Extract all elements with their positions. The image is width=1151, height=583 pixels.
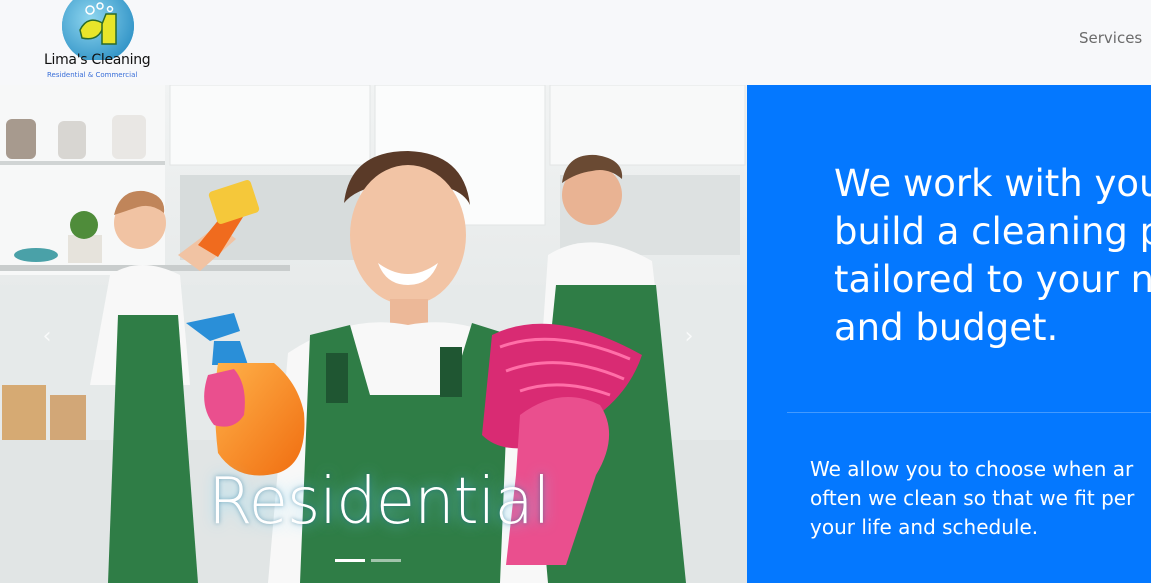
hero-carousel: ‹ › Residential <box>0 85 747 583</box>
carousel-next-icon[interactable]: › <box>677 325 701 349</box>
hero-headline-line: and budget. <box>834 306 1059 349</box>
carousel-caption: Residential <box>208 465 551 539</box>
nav-link-services[interactable]: Services <box>1079 29 1142 47</box>
hero-headline: We work with you build a cleaning pl tai… <box>834 160 1151 352</box>
carousel-indicator-1[interactable] <box>335 559 365 562</box>
panel-divider <box>787 412 1151 413</box>
hero-headline-line: build a cleaning pl <box>834 210 1151 253</box>
hero-body-text: We allow you to choose when ar often we … <box>810 455 1151 542</box>
brand-tagline: Residential & Commercial <box>47 71 138 79</box>
carousel-indicator-2[interactable] <box>371 559 401 562</box>
hero-body-line: We allow you to choose when ar <box>810 457 1134 481</box>
carousel-indicators <box>335 559 401 563</box>
brand-logo[interactable]: Lima's Cleaning Residential & Commercial <box>44 0 164 82</box>
logo-emblem-icon <box>62 0 134 60</box>
hero-body-line: your life and schedule. <box>810 515 1039 539</box>
hero-body-line: often we clean so that we fit per <box>810 486 1135 510</box>
hero-headline-line: We work with you <box>834 162 1151 205</box>
brand-name: Lima's Cleaning <box>44 52 151 68</box>
navbar: Lima's Cleaning Residential & Commercial… <box>0 0 1151 85</box>
hero-text-panel: We work with you build a cleaning pl tai… <box>747 85 1151 583</box>
hero-headline-line: tailored to your ne <box>834 258 1151 301</box>
carousel-prev-icon[interactable]: ‹ <box>35 325 59 349</box>
